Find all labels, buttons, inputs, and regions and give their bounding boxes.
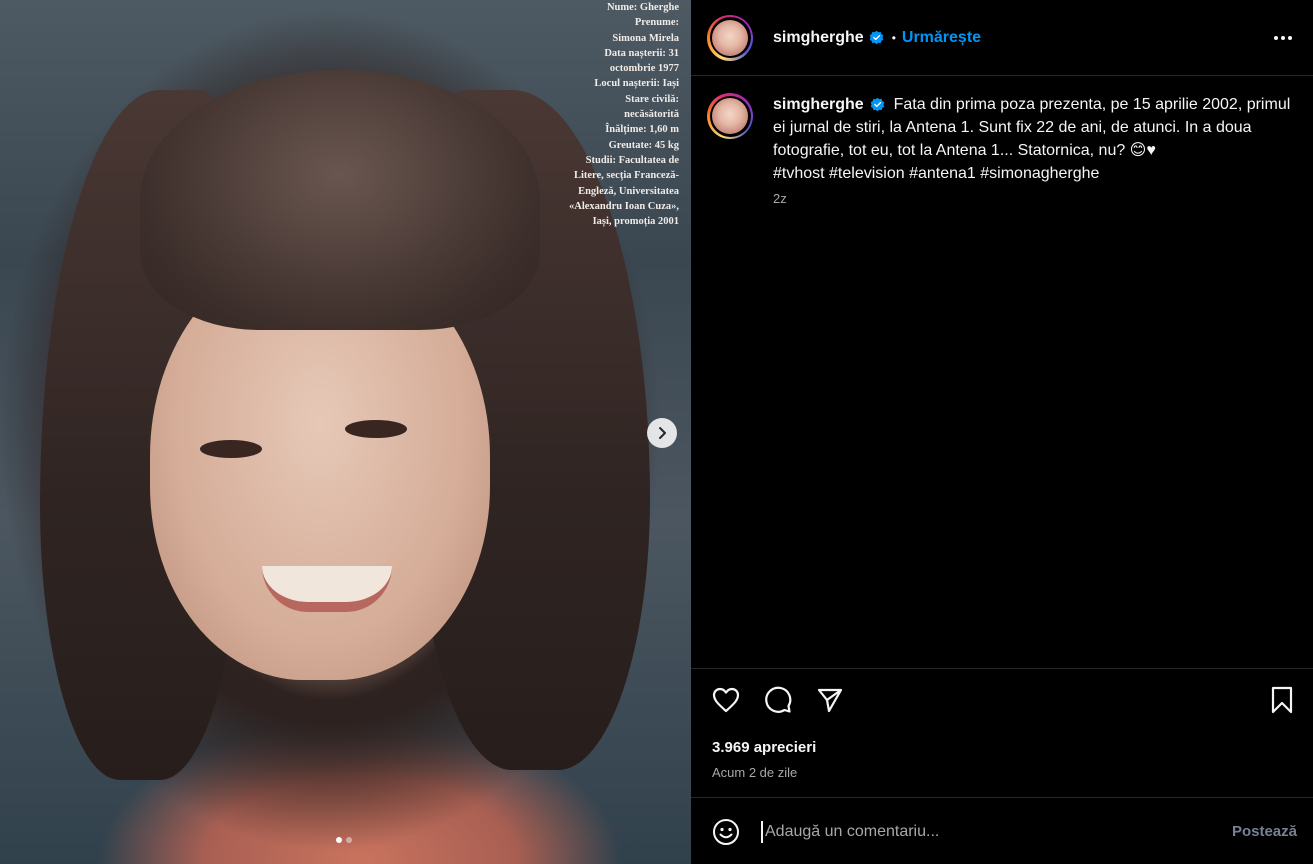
add-comment-bar: Postează (691, 799, 1313, 864)
magazine-caption-line: Studii: Facultatea de (585, 154, 679, 166)
caption-time: 2z (773, 191, 787, 206)
photo-eye-left (200, 440, 262, 458)
heart-icon (712, 687, 740, 713)
more-options-icon[interactable] (1271, 27, 1295, 49)
header-username[interactable]: simgherghe (773, 29, 864, 47)
magazine-caption-line: «Alexandru Ioan Cuza», (569, 200, 679, 212)
magazine-caption-line: necăsătorită (624, 109, 679, 121)
emoji-icon (713, 818, 739, 845)
separator-bullet: • (891, 30, 896, 45)
verified-badge-icon (869, 30, 883, 45)
post-caption: simgherghe Fata din prima poza prezenta,… (707, 93, 1297, 185)
magazine-caption-line: Prenume: (634, 17, 679, 29)
magazine-caption-line: Engleză, Universitatea (578, 185, 679, 197)
like-button[interactable] (711, 685, 741, 715)
post-image[interactable]: Nume: Gherghe Prenume: Simona Mirela Dat… (0, 0, 691, 864)
next-slide-button[interactable] (647, 418, 677, 448)
magazine-caption-line: Locul nașterii: Iași (594, 78, 679, 90)
post-side-panel: simgherghe • Urmărește simgherghe Fata d… (691, 0, 1313, 864)
comments-section: simgherghe Fata din prima poza prezenta,… (691, 77, 1313, 668)
share-button[interactable] (815, 685, 845, 715)
slide-indicator (336, 837, 352, 843)
magazine-caption-line: Stare civilă: (625, 93, 679, 105)
actions-bar: 3.969 aprecieri Acum 2 de zile (691, 668, 1313, 798)
magazine-caption-line: Data nașterii: 31 (604, 47, 679, 59)
bookmark-icon (1271, 686, 1293, 714)
magazine-caption: Nume: Gherghe Prenume: Simona Mirela Dat… (559, 0, 679, 229)
caption-body: simgherghe Fata din prima poza prezenta,… (773, 93, 1293, 185)
share-icon (817, 688, 843, 713)
photo-hair-top (140, 70, 540, 330)
comment-input[interactable] (761, 820, 1220, 843)
comment-icon (765, 686, 792, 713)
emoji-button[interactable] (711, 817, 741, 847)
avatar-image (712, 98, 748, 134)
magazine-caption-line: Simona Mirela (612, 32, 679, 44)
avatar[interactable] (707, 14, 753, 61)
slide-dot-active (336, 837, 342, 843)
magazine-caption-line: Înălțime: 1,60 m (605, 124, 679, 136)
magazine-caption-line: octombrie 1977 (609, 63, 679, 75)
slide-dot (346, 837, 352, 843)
magazine-caption-line: Litere, secția Franceză- (573, 170, 679, 182)
avatar-image (712, 19, 748, 56)
photo-eye-right (345, 420, 407, 438)
magazine-caption-line: Nume: Gherghe (606, 2, 679, 13)
save-button[interactable] (1267, 685, 1297, 715)
chevron-right-icon (659, 427, 666, 439)
likes-count[interactable]: 3.969 aprecieri (712, 739, 816, 756)
caption-username[interactable]: simgherghe (773, 96, 864, 113)
post-comment-button[interactable]: Postează (1232, 823, 1297, 840)
comment-button[interactable] (763, 685, 793, 715)
post-header: simgherghe • Urmărește (691, 0, 1313, 76)
caption-hashtags[interactable]: #tvhost #television #antena1 #simonagher… (773, 165, 1099, 182)
magazine-caption-line: Greutate: 45 kg (608, 139, 679, 151)
follow-button[interactable]: Urmărește (902, 29, 981, 47)
magazine-caption-line: Iași, promoția 2001 (592, 216, 679, 228)
caption-avatar[interactable] (707, 93, 753, 139)
post-date: Acum 2 de zile (712, 765, 798, 780)
verified-badge-icon (870, 98, 885, 112)
